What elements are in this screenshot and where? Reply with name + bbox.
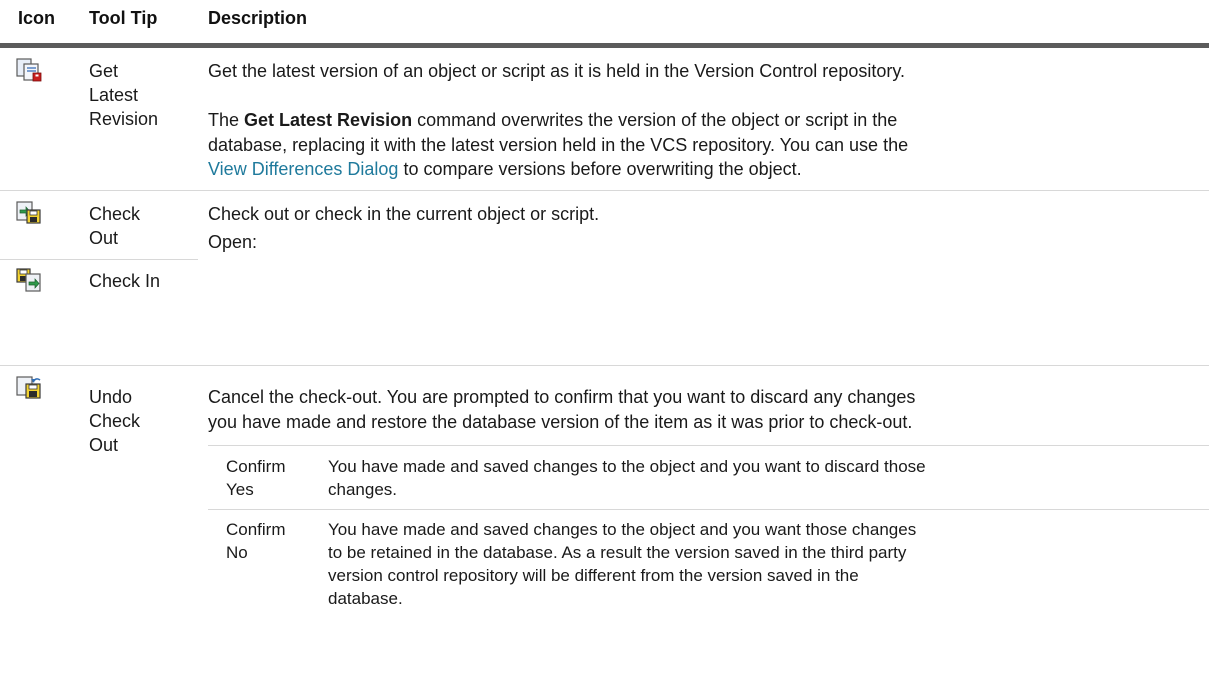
command-reference-table: Icon Tool Tip Description Get Latest Rev…	[0, 0, 1209, 677]
undo-check-out-icon	[16, 376, 41, 399]
tooltip-check-in: Check In	[89, 271, 161, 291]
confirm-yes-description-1: You have made and saved changes to the o…	[328, 457, 926, 476]
header-description: Description	[208, 8, 308, 28]
undo-description-line1: Cancel the check-out. You are prompted t…	[208, 387, 916, 407]
confirm-no-description-4: database.	[328, 589, 403, 608]
tooltip-latest: Latest	[89, 85, 139, 105]
get-latest-description-2-line1: The Get Latest Revision command overwrit…	[208, 110, 898, 130]
get-latest-description-2-line2: database, replacing it with the latest v…	[208, 135, 909, 155]
tooltip-revision: Revision	[89, 109, 159, 129]
check-out-open-label: Open:	[208, 232, 258, 252]
row-divider	[0, 190, 1209, 191]
confirm-yes-label-2: Yes	[226, 480, 254, 499]
view-differences-dialog-link[interactable]: View Differences Dialog	[208, 159, 398, 179]
tooltip-check: Check	[89, 204, 141, 224]
confirm-no-description-3: version control repository will be diffe…	[328, 566, 859, 585]
check-out-description: Check out or check in the current object…	[208, 204, 600, 224]
row-divider	[0, 365, 1209, 366]
tooltip-out: Out	[89, 228, 119, 248]
tooltip-undo-out: Out	[89, 435, 119, 455]
confirm-yes-label-1: Confirm	[226, 457, 286, 476]
get-latest-description-2-line3: View Differences Dialog to compare versi…	[208, 159, 802, 179]
subrow-divider	[0, 259, 198, 260]
check-out-icon	[16, 201, 41, 224]
header-icon: Icon	[18, 8, 56, 28]
tooltip-get: Get	[89, 61, 119, 81]
get-latest-command-name: Get Latest Revision	[244, 110, 413, 130]
confirm-no-label-1: Confirm	[226, 520, 286, 539]
tooltip-undo-check: Check	[89, 411, 141, 431]
confirm-no-description-1: You have made and saved changes to the o…	[328, 520, 917, 539]
tooltip-undo: Undo	[89, 387, 133, 407]
check-in-icon	[16, 268, 41, 292]
get-latest-revision-icon	[16, 58, 42, 82]
header-divider	[0, 43, 1209, 48]
confirm-no-label-2: No	[226, 543, 248, 562]
confirm-yes-description-2: changes.	[328, 480, 397, 499]
header-tooltip: Tool Tip	[89, 8, 158, 28]
undo-description-line2: you have made and restore the database v…	[208, 412, 913, 432]
get-latest-description-1: Get the latest version of an object or s…	[208, 61, 906, 81]
subtable-top-divider	[208, 445, 1209, 446]
confirm-no-description-2: to be retained in the database. As a res…	[328, 543, 907, 562]
subtable-row-divider	[208, 509, 1209, 510]
